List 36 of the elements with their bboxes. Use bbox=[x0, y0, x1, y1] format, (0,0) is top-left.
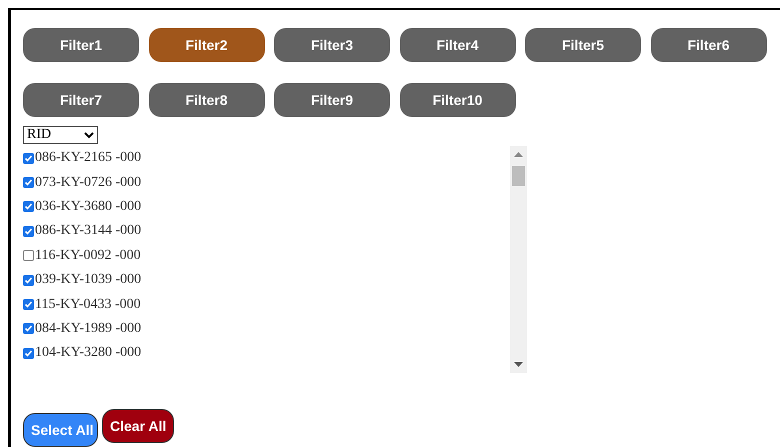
checkbox[interactable] bbox=[23, 299, 34, 310]
item-label: 086-KY-3144 -000 bbox=[35, 223, 142, 240]
rid-dropdown[interactable]: RID bbox=[23, 126, 98, 144]
item-label: 116-KY-0092 -000 bbox=[35, 248, 141, 264]
filter-button[interactable]: Filter2 bbox=[148, 28, 264, 62]
item-label: 104-KY-3280 -000 bbox=[35, 345, 142, 362]
clear-all-button[interactable]: Clear All bbox=[102, 408, 174, 442]
filter-button[interactable]: Filter6 bbox=[650, 28, 766, 62]
item-label: 073-KY-0726 -000 bbox=[35, 174, 142, 191]
chevron-icon bbox=[84, 132, 94, 138]
item-label: 039-KY-1039 -000 bbox=[35, 272, 142, 288]
checkbox[interactable] bbox=[23, 274, 34, 286]
scrollbar[interactable] bbox=[510, 146, 527, 373]
filter-button[interactable]: Filter10 bbox=[400, 83, 516, 117]
item-label: 115-KY-0433 -000 bbox=[35, 296, 141, 313]
filter-button[interactable]: Filter9 bbox=[274, 83, 390, 117]
scroll-up-icon[interactable] bbox=[514, 152, 523, 157]
filter-button[interactable]: Filter3 bbox=[274, 28, 390, 62]
scroll-down-icon[interactable] bbox=[514, 362, 523, 367]
item-label: 086-KY-2165 -000 bbox=[35, 150, 142, 166]
filter-button[interactable]: Filter5 bbox=[525, 28, 641, 62]
checkbox[interactable] bbox=[23, 177, 34, 188]
filter-button[interactable]: Filter4 bbox=[400, 28, 516, 62]
checkbox[interactable] bbox=[23, 348, 34, 359]
filter-button[interactable]: Filter7 bbox=[23, 83, 139, 117]
scroll-thumb[interactable] bbox=[512, 166, 525, 186]
checkbox[interactable] bbox=[23, 201, 34, 212]
checkbox[interactable] bbox=[23, 226, 34, 237]
filter-button[interactable]: Filter1 bbox=[23, 28, 139, 62]
checkbox[interactable] bbox=[23, 152, 34, 164]
filter-button[interactable]: Filter8 bbox=[148, 83, 264, 117]
item-label: 036-KY-3680 -000 bbox=[35, 198, 142, 215]
item-label: 084-KY-1989 -000 bbox=[35, 320, 142, 337]
checkbox[interactable] bbox=[23, 250, 34, 262]
select-all-button[interactable]: Select All bbox=[23, 413, 98, 447]
checkbox[interactable] bbox=[23, 323, 34, 334]
